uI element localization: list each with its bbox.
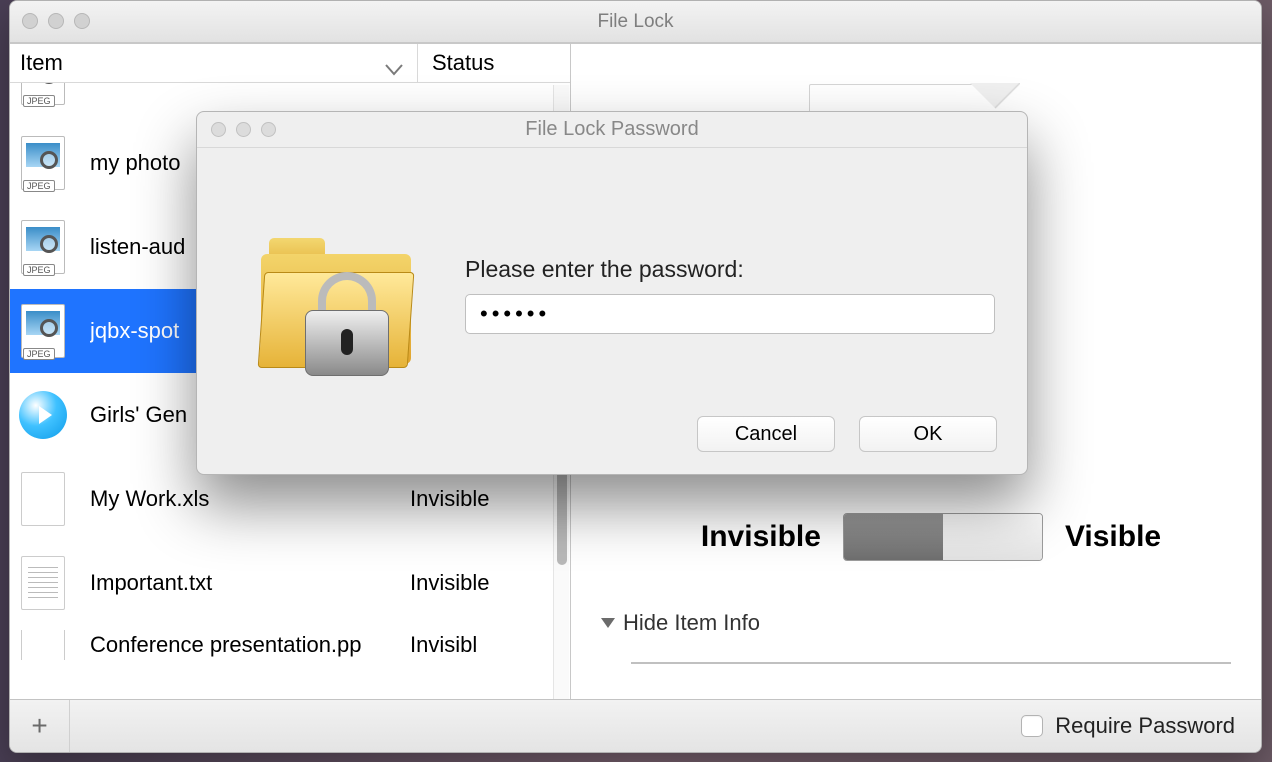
password-input[interactable]: •••••• <box>465 294 995 334</box>
jpeg-file-icon: JPEG <box>16 220 70 274</box>
column-header-item[interactable]: Item <box>10 44 418 82</box>
dialog-window-controls <box>211 122 276 137</box>
separator <box>631 662 1231 664</box>
lock-icon <box>305 272 389 376</box>
column-header-item-label: Item <box>20 50 63 76</box>
require-password-checkbox[interactable]: Require Password <box>1021 713 1261 739</box>
hide-item-info-toggle[interactable]: Hide Item Info <box>601 610 760 636</box>
disclosure-triangle-icon <box>601 618 615 628</box>
list-item-status: Invisible <box>410 570 489 596</box>
toggle-half-visible[interactable] <box>943 514 1042 560</box>
add-button[interactable]: + <box>10 700 70 752</box>
list-item-status: Invisible <box>410 486 489 512</box>
checkbox-box[interactable] <box>1021 715 1043 737</box>
ok-button[interactable]: OK <box>859 416 997 452</box>
list-item[interactable]: Important.txt Invisible <box>10 541 570 625</box>
dialog-prompt: Please enter the password: <box>465 256 744 283</box>
disclosure-label: Hide Item Info <box>623 610 760 636</box>
footer-bar: + Require Password <box>10 699 1261 752</box>
jpeg-file-icon: JPEG <box>16 136 70 190</box>
jpeg-file-icon: JPEG <box>16 83 70 129</box>
cancel-button[interactable]: Cancel <box>697 416 835 452</box>
jpeg-file-icon: JPEG <box>16 304 70 358</box>
password-value: •••••• <box>480 301 550 327</box>
invisible-label: Invisible <box>701 520 821 554</box>
dialog-titlebar[interactable]: File Lock Password <box>197 112 1027 148</box>
sort-indicator-icon <box>385 56 403 82</box>
audio-file-icon <box>16 388 70 442</box>
locked-folder-icon <box>261 232 421 382</box>
list-item-label: Conference presentation.pp <box>90 632 390 658</box>
list-item-status: Invisibl <box>410 632 477 658</box>
minimize-traffic-light[interactable] <box>48 13 64 29</box>
document-file-icon <box>16 472 70 526</box>
dialog-buttons: Cancel OK <box>697 416 997 452</box>
column-header-status-label: Status <box>432 50 494 76</box>
list-item-label: Important.txt <box>90 570 390 596</box>
document-file-icon <box>16 630 70 660</box>
list-item[interactable]: Conference presentation.pp Invisibl <box>10 625 570 665</box>
window-controls <box>22 13 90 29</box>
zoom-traffic-light[interactable] <box>74 13 90 29</box>
require-password-label: Require Password <box>1055 713 1235 739</box>
close-traffic-light[interactable] <box>22 13 38 29</box>
dialog-title: File Lock Password <box>197 118 1027 141</box>
column-header-status[interactable]: Status <box>418 44 570 82</box>
minimize-traffic-light[interactable] <box>236 122 251 137</box>
titlebar[interactable]: File Lock <box>10 1 1261 43</box>
window-title: File Lock <box>10 11 1261 33</box>
close-traffic-light[interactable] <box>211 122 226 137</box>
visibility-toggle[interactable] <box>843 513 1043 561</box>
table-header: Item Status <box>10 43 570 83</box>
toggle-half-invisible[interactable] <box>844 514 943 560</box>
visibility-row: Invisible Visible <box>631 509 1231 565</box>
text-file-icon <box>16 556 70 610</box>
password-dialog: File Lock Password Please enter the pass… <box>196 111 1028 475</box>
list-item-label: My Work.xls <box>90 486 390 512</box>
visible-label: Visible <box>1065 520 1161 554</box>
zoom-traffic-light[interactable] <box>261 122 276 137</box>
